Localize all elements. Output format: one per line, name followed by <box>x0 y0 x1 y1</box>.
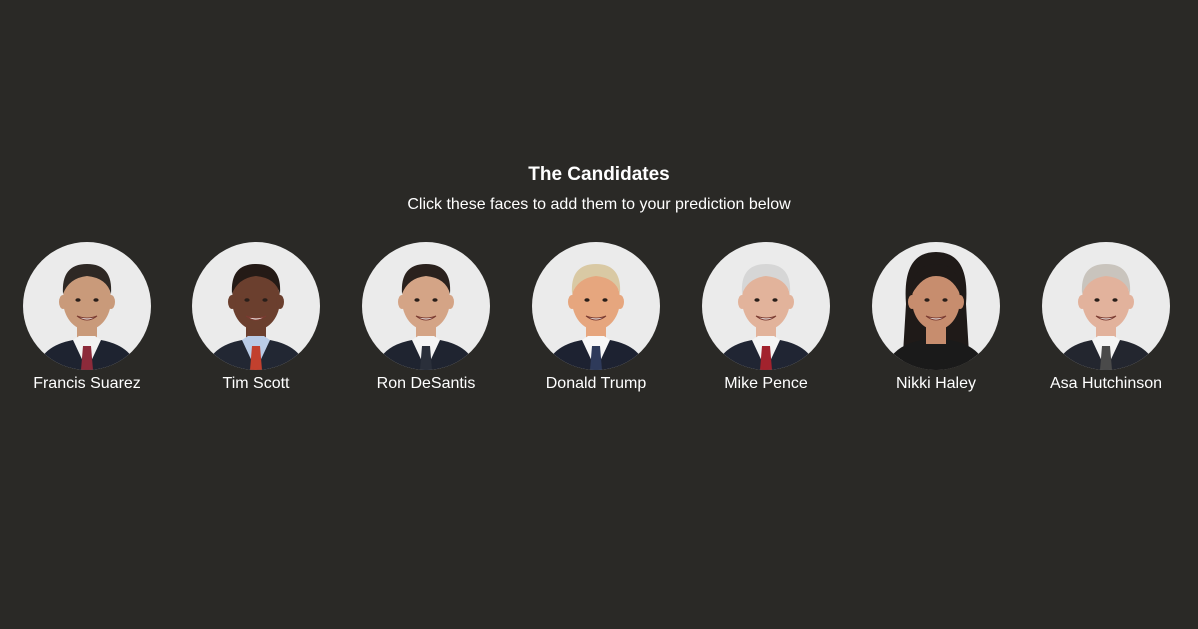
portrait-illustration <box>1056 264 1156 370</box>
candidate-name: Mike Pence <box>724 375 808 392</box>
candidate-name: Donald Trump <box>545 375 647 392</box>
candidate-photo[interactable] <box>702 242 830 370</box>
portrait-illustration <box>206 264 306 370</box>
candidate-photo[interactable] <box>23 242 151 370</box>
candidate-photo[interactable] <box>192 242 320 370</box>
candidate-ron-desantis[interactable]: Ron DeSantis <box>341 242 511 402</box>
candidate-name: Asa Hutchinson <box>1049 375 1163 392</box>
candidate-photo[interactable] <box>532 242 660 370</box>
candidate-tim-scott[interactable]: Tim Scott <box>171 242 341 402</box>
candidate-francis-suarez[interactable]: Francis Suarez <box>2 242 172 402</box>
portrait-illustration <box>886 252 986 370</box>
candidate-mike-pence[interactable]: Mike Pence <box>681 242 851 402</box>
candidate-photo[interactable] <box>362 242 490 370</box>
portrait-illustration <box>546 264 646 370</box>
page: The Candidates Click these faces to add … <box>0 0 1198 629</box>
candidate-name: Nikki Haley <box>895 375 976 392</box>
candidate-donald-trump[interactable]: Donald Trump <box>511 242 681 402</box>
candidate-photo[interactable] <box>872 242 1000 370</box>
candidate-name: Ron DeSantis <box>376 375 476 392</box>
candidate-photo[interactable] <box>1042 242 1170 370</box>
page-title: The Candidates <box>528 164 670 185</box>
candidate-nikki-haley[interactable]: Nikki Haley <box>851 242 1021 402</box>
portrait-illustration <box>716 264 816 370</box>
candidate-name: Francis Suarez <box>33 375 141 392</box>
page-instructions: Click these faces to add them to your pr… <box>407 196 791 213</box>
portrait-illustration <box>376 264 476 370</box>
candidate-list: Francis Suarez Tim Scott Ron DeSantis Do… <box>0 242 1198 402</box>
candidate-name: Tim Scott <box>222 375 290 392</box>
candidate-asa-hutchinson[interactable]: Asa Hutchinson <box>1021 242 1191 402</box>
portrait-illustration <box>37 264 137 370</box>
